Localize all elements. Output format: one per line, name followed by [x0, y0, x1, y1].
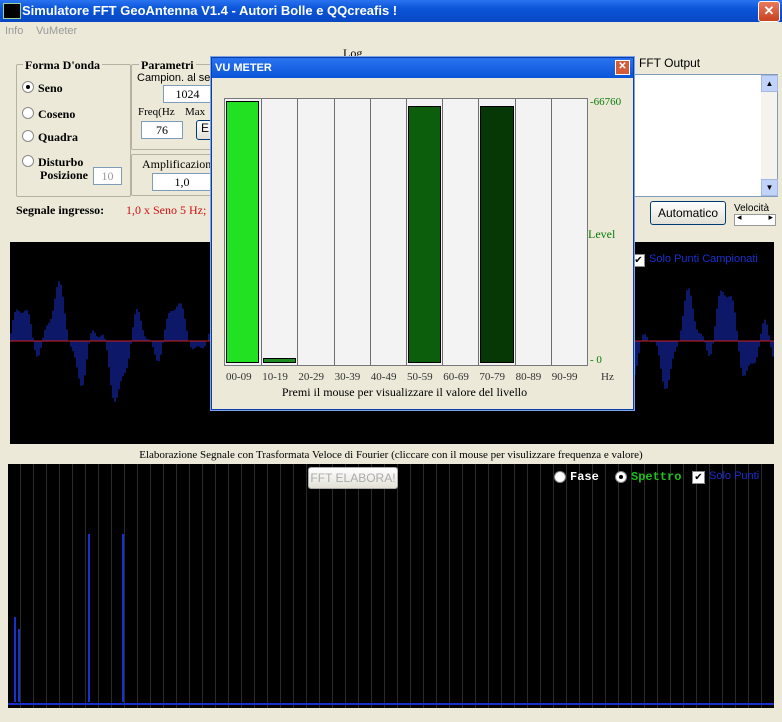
scroll-down-icon[interactable]: ▼ [761, 179, 778, 196]
vu-bin-label: 60-69 [443, 371, 469, 383]
vu-hz-label: Hz [601, 371, 614, 383]
solo-punti-checkbox[interactable]: ✔ [692, 471, 705, 484]
label-posizione: Posizione [40, 168, 88, 182]
vu-bin-label: 10-19 [262, 371, 288, 383]
solo-punti-label: Solo Punti [709, 470, 760, 482]
freq-label: Freq(Hz [138, 106, 175, 118]
vu-bin-label: 20-29 [298, 371, 325, 383]
vu-bin[interactable] [406, 99, 443, 365]
fft-spectrum-scope[interactable] [8, 464, 774, 708]
fft-output-scrollbar[interactable]: ▲ ▼ [761, 75, 778, 196]
fft-output-textarea[interactable]: ▲ ▼ [631, 74, 778, 197]
vu-bar [263, 358, 297, 363]
campion-label: Campion. al sec [137, 72, 216, 84]
velocita-slider[interactable]: ◂ ▸ [734, 212, 776, 226]
vu-bin[interactable] [261, 99, 298, 365]
vu-bin[interactable] [442, 99, 479, 365]
menu-bar: Info VuMeter [0, 22, 782, 40]
vu-bin[interactable] [333, 99, 371, 365]
vu-meter-title: VU METER [215, 62, 272, 74]
amplificazione-input[interactable]: 1,0 [152, 173, 212, 191]
fft-elabora-button[interactable]: FFT ELABORA! [308, 467, 398, 489]
segnale-value: 1,0 x Seno 5 Hz; [126, 203, 207, 217]
solo-punti-campionati-label: Solo Punti Campionati [649, 253, 758, 265]
velocita-left-icon[interactable]: ◂ [737, 212, 742, 223]
parametri-title: Parametri [139, 58, 196, 73]
vu-bin-label: 80-89 [515, 371, 542, 383]
vu-bin-label: 90-99 [551, 371, 578, 383]
radio-spettro[interactable] [615, 471, 627, 483]
menu-vumeter[interactable]: VuMeter [36, 25, 77, 37]
vu-bin[interactable] [514, 99, 552, 365]
vu-bin[interactable] [478, 99, 515, 365]
radio-coseno[interactable] [22, 107, 34, 119]
vu-bin[interactable] [225, 99, 261, 365]
fase-label: Fase [570, 470, 599, 484]
vu-bin-labels: 00-09 10-19 20-29 30-39 40-49 50-59 60-69 70-79… [224, 371, 586, 385]
vu-bin-label: 50-59 [407, 371, 433, 383]
vu-bin[interactable] [369, 99, 407, 365]
elaborazione-caption: Elaborazione Segnale con Trasformata Vel… [139, 449, 643, 461]
velocita-right-icon[interactable]: ▸ [768, 212, 773, 223]
app-icon [3, 3, 21, 19]
vu-bin-label: 70-79 [479, 371, 506, 383]
vu-bar [408, 106, 442, 363]
vu-zero-label: - 0 [590, 354, 602, 366]
vu-close-icon[interactable]: ✕ [615, 60, 630, 75]
label-quadra: Quadra [38, 130, 79, 144]
window-title: Simulatore FFT GeoAntenna V1.4 - Autori … [22, 3, 398, 18]
automatico-button[interactable]: Automatico [650, 201, 726, 225]
spettro-label: Spettro [631, 470, 682, 484]
radio-disturbo[interactable] [22, 155, 34, 167]
title-bar: Simulatore FFT GeoAntenna V1.4 - Autori … [0, 0, 782, 22]
radio-seno[interactable] [22, 81, 34, 93]
fft-spectrum-svg [8, 534, 774, 705]
amplificazione-label: Amplificazion [142, 157, 212, 171]
window-close-button[interactable]: ✕ [758, 1, 780, 22]
vu-bin[interactable] [550, 99, 588, 365]
vu-meter-window[interactable]: VU METER ✕ -66760 Level - 0 00-09 10-19 20… [211, 57, 634, 410]
vu-meter-titlebar: VU METER ✕ [212, 58, 633, 78]
radio-fase[interactable] [554, 471, 566, 483]
vu-bar [480, 106, 514, 363]
campion-input[interactable]: 1024 [163, 85, 212, 103]
vu-bin[interactable] [297, 99, 334, 365]
vu-bar [226, 101, 260, 363]
freq-input[interactable]: 76 [141, 121, 183, 139]
radio-quadra[interactable] [22, 130, 34, 142]
menu-info[interactable]: Info [5, 25, 23, 37]
vu-bin-label: 30-39 [334, 371, 361, 383]
vu-meter-bars[interactable] [224, 98, 588, 366]
max-label: Max [185, 106, 206, 118]
label-seno: Seno [38, 81, 63, 95]
vu-bin-label: 00-09 [226, 371, 252, 383]
forma-onda-title: Forma D'onda [23, 58, 102, 73]
vu-bin-label: 40-49 [370, 371, 397, 383]
segnale-label: Segnale ingresso: [16, 203, 105, 217]
posizione-input[interactable]: 10 [93, 167, 122, 185]
vu-level-label: Level [588, 227, 616, 241]
scroll-up-icon[interactable]: ▲ [761, 75, 778, 92]
vu-max-label: -66760 [590, 96, 622, 108]
fft-output-label: FFT Output [639, 56, 701, 70]
label-coseno: Coseno [38, 107, 76, 121]
vu-hint: Premi il mouse per visualizzare il valor… [281, 385, 528, 399]
